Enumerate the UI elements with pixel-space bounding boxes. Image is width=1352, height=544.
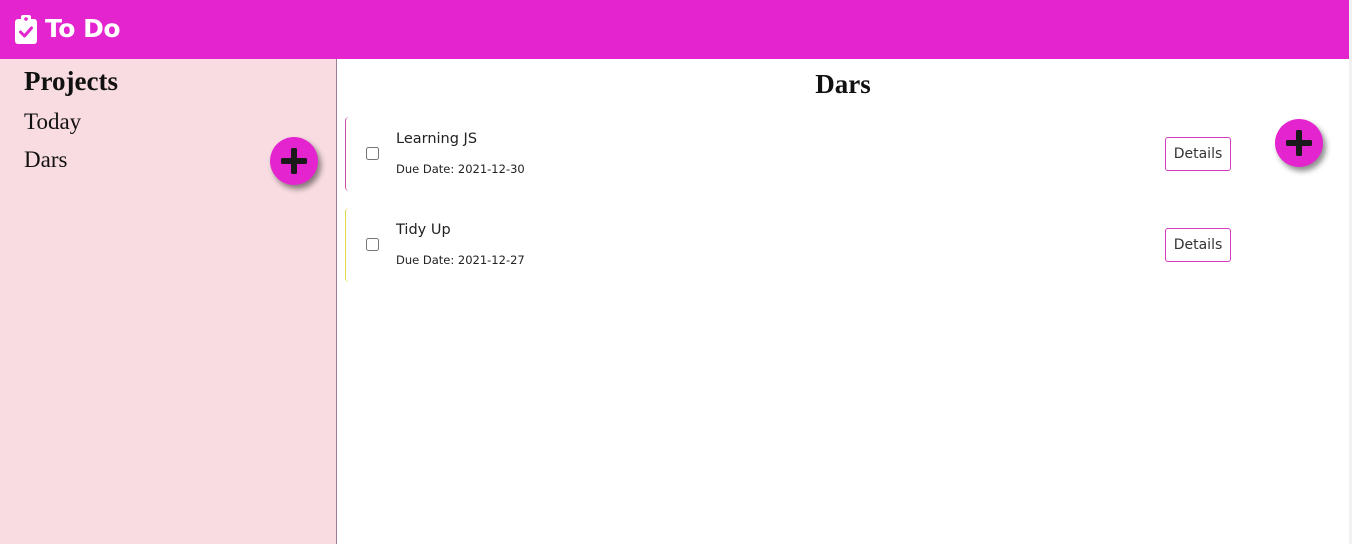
plus-icon: [1286, 130, 1312, 156]
projects-sidebar: Projects Today Dars: [0, 59, 337, 544]
plus-icon: [281, 148, 307, 174]
task-complete-checkbox[interactable]: [366, 238, 379, 251]
add-task-button[interactable]: [1275, 119, 1323, 167]
projects-heading: Projects: [24, 66, 118, 96]
task-details-button[interactable]: Details: [1165, 137, 1231, 171]
task-due-date: Due Date: 2021-12-30: [396, 162, 525, 176]
task-due-date: Due Date: 2021-12-27: [396, 253, 525, 267]
add-project-button[interactable]: [270, 137, 318, 185]
project-title: Dars: [815, 69, 871, 99]
task-complete-checkbox[interactable]: [366, 147, 379, 160]
task-item: Learning JS Due Date: 2021-12-30 Details: [345, 117, 1246, 191]
app-header: To Do: [0, 0, 1349, 59]
task-title: Tidy Up: [396, 222, 451, 238]
clipboard-check-icon: [15, 15, 37, 44]
task-details-button[interactable]: Details: [1165, 228, 1231, 262]
sidebar-item-dars[interactable]: Dars: [24, 145, 67, 175]
task-item: Tidy Up Due Date: 2021-12-27 Details: [345, 208, 1246, 282]
task-title: Learning JS: [396, 131, 478, 147]
app-title: To Do: [45, 14, 121, 43]
sidebar-item-today[interactable]: Today: [24, 107, 81, 137]
app: To Do Projects Today Dars Dars Learning …: [0, 0, 1352, 544]
